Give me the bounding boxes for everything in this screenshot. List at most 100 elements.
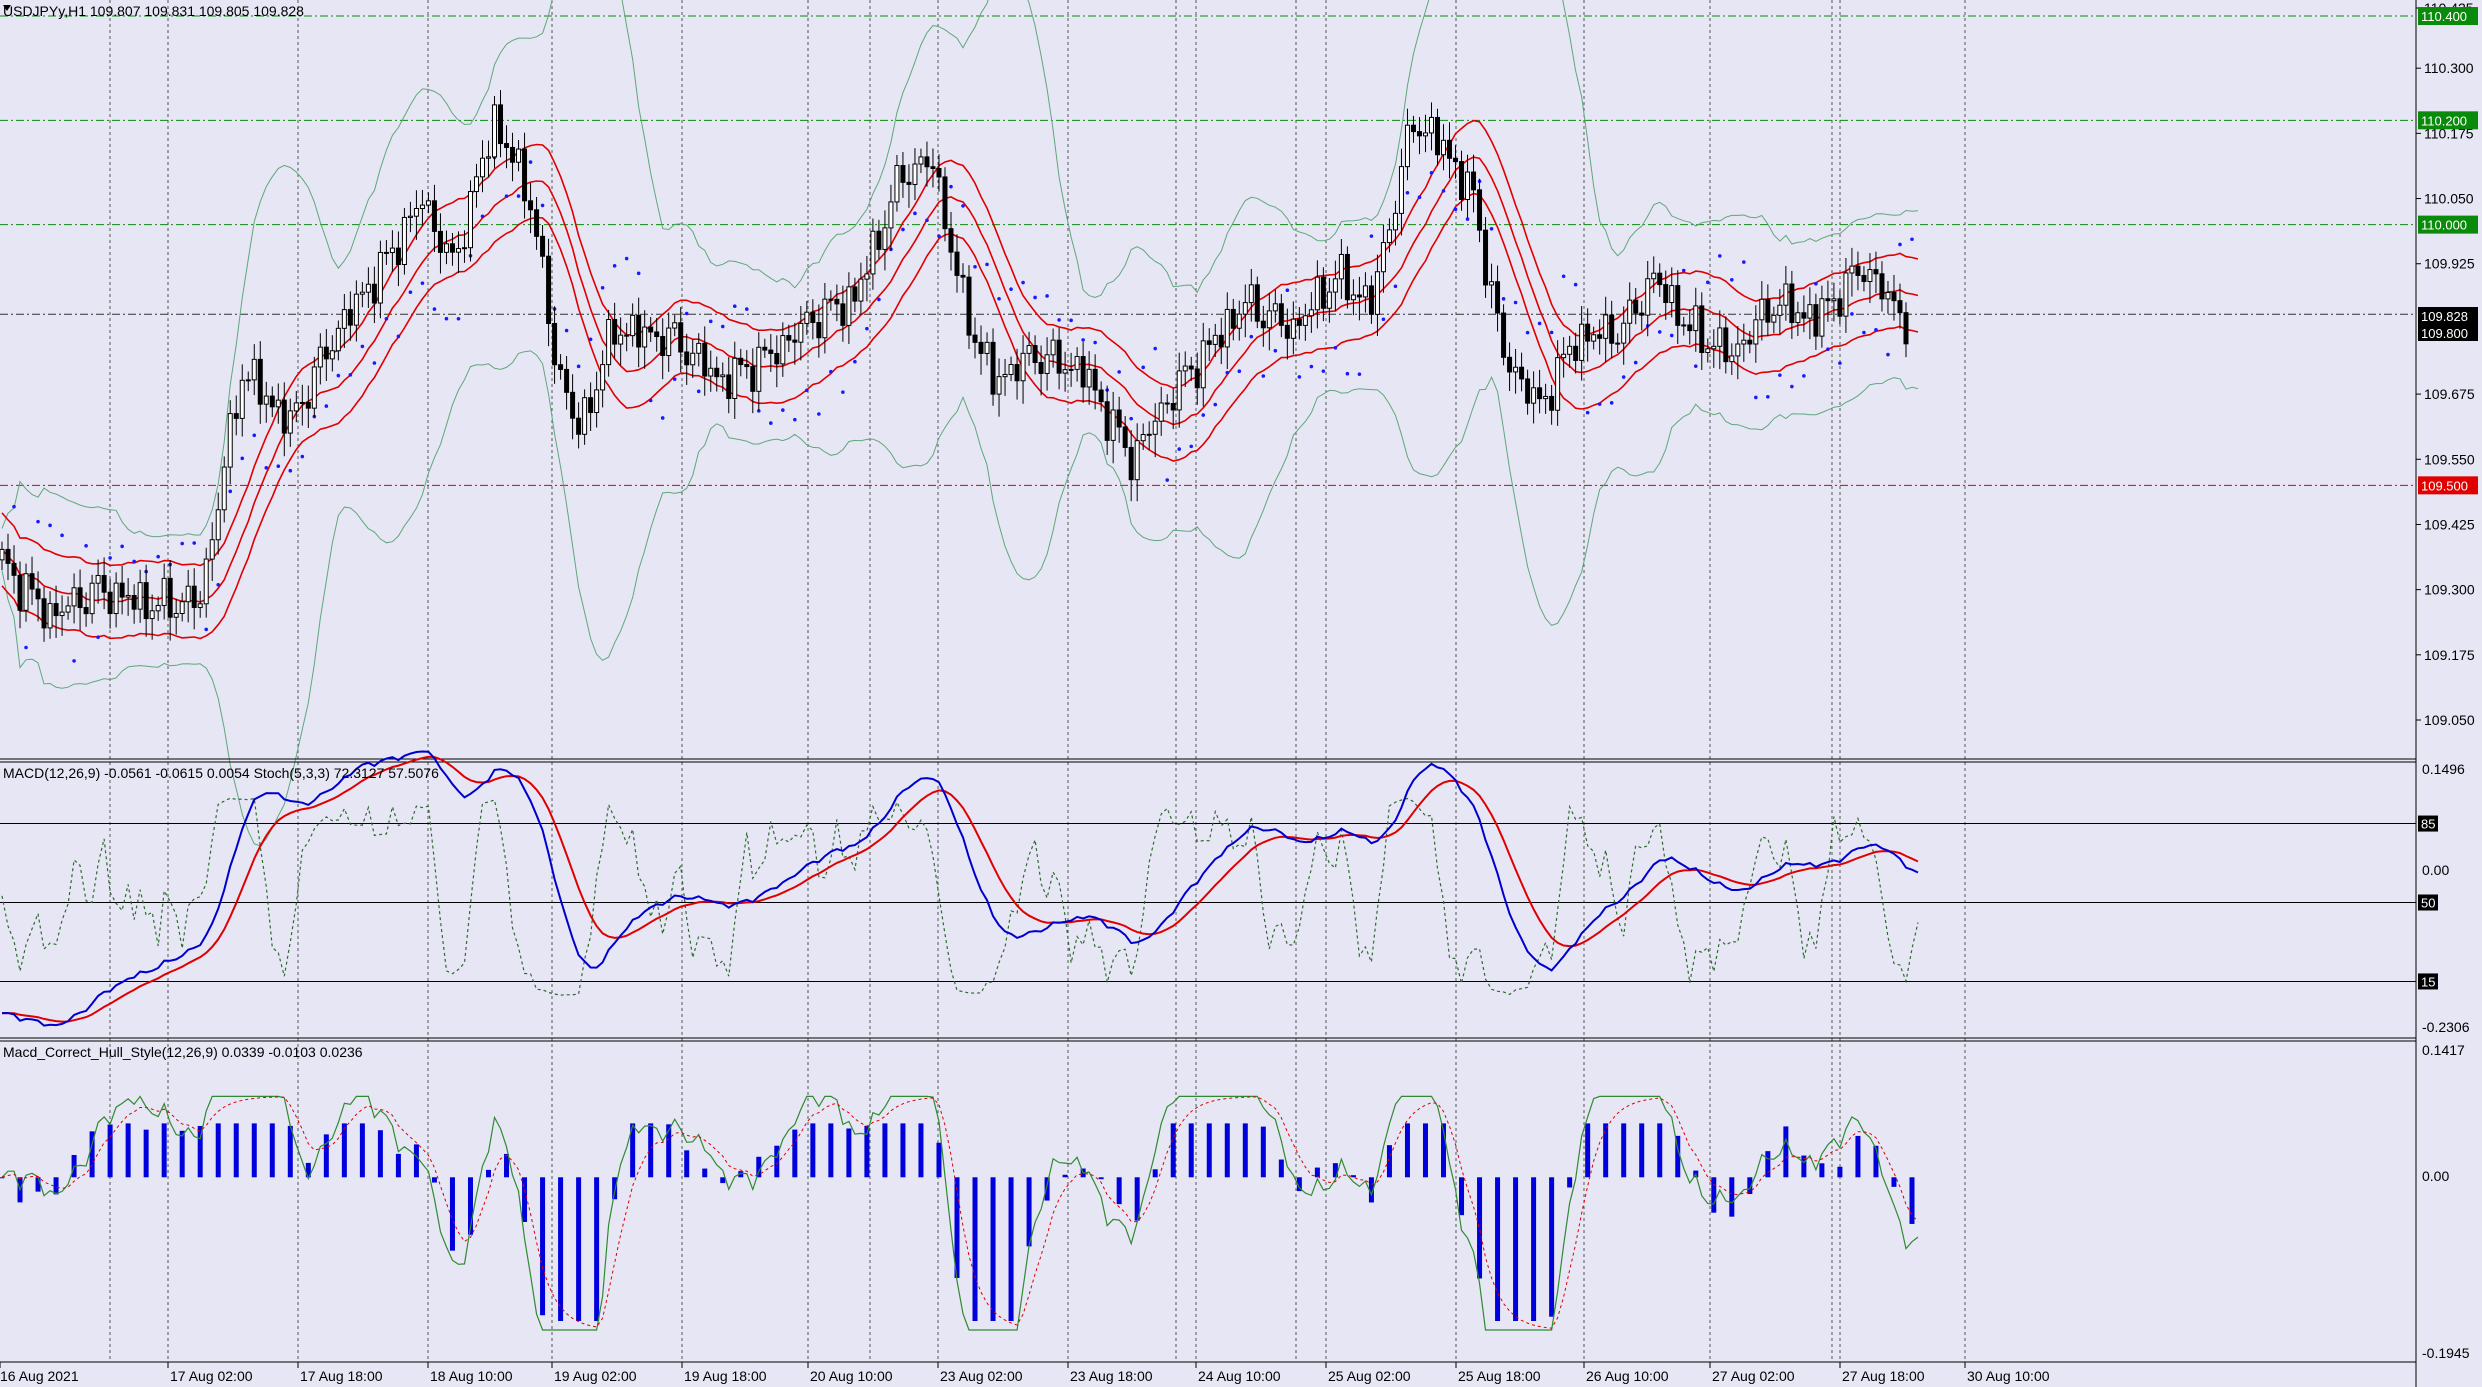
candle-body <box>1212 334 1218 345</box>
candle-body <box>1146 433 1152 436</box>
hull-bar <box>1567 1177 1573 1188</box>
candle-body <box>1657 272 1663 286</box>
candle-body <box>546 255 552 324</box>
sar-dot <box>1525 330 1530 335</box>
candle-body <box>113 582 119 615</box>
candle-body <box>197 603 203 608</box>
sar-dot <box>444 316 449 321</box>
candle-body <box>528 200 534 211</box>
candle-body <box>1074 356 1080 370</box>
candle-body <box>852 286 858 302</box>
candle-body <box>431 200 437 232</box>
trading-chart[interactable]: USDJPYy,H1 109.807 109.831 109.805 109.8… <box>0 0 2482 1387</box>
symbol-header: USDJPYy,H1 109.807 109.831 109.805 109.8… <box>3 3 304 19</box>
sar-dot <box>60 533 64 538</box>
candle-body <box>846 286 852 326</box>
candle-body <box>480 157 486 178</box>
candle-body <box>624 334 630 337</box>
sar-dot <box>288 468 293 473</box>
candle-body <box>570 391 576 419</box>
candle-body <box>1477 189 1483 231</box>
sar-dot <box>1393 284 1398 289</box>
candle-body <box>101 575 107 593</box>
sar-dot <box>1730 277 1734 282</box>
sar-dot <box>1249 334 1254 339</box>
candle-body <box>996 376 1002 395</box>
sar-dot <box>744 307 749 311</box>
candle-body <box>1224 308 1230 348</box>
candle-body <box>23 573 29 611</box>
candle-body <box>1272 303 1278 312</box>
candle-body <box>449 243 455 253</box>
candle-body <box>167 577 173 618</box>
sar-dot <box>1345 371 1350 376</box>
candle-body <box>1561 353 1567 359</box>
level-tag: 110.000 <box>2421 218 2467 233</box>
candle-body <box>269 395 275 408</box>
sar-dot <box>1309 364 1314 369</box>
hull-bar <box>1224 1123 1230 1178</box>
hull-bar <box>1098 1177 1104 1180</box>
hull-bar <box>1513 1177 1519 1322</box>
hull-tick-bottom: -0.1945 <box>2422 1345 2470 1361</box>
sar-dot <box>180 541 184 546</box>
sar-dot <box>1501 297 1506 301</box>
candle-body <box>1326 291 1332 309</box>
candle-body <box>1813 304 1819 337</box>
candle-body <box>161 577 167 606</box>
candle-body <box>1507 356 1513 373</box>
candle-body <box>1056 339 1062 374</box>
hull-bar <box>882 1123 888 1178</box>
candle-body <box>89 582 95 615</box>
hull-bar <box>341 1123 347 1178</box>
candle-body <box>275 399 281 408</box>
candle-body <box>966 276 972 336</box>
sar-dot <box>877 297 881 302</box>
candle-body <box>1747 339 1753 345</box>
candle-body <box>473 176 479 193</box>
candle-body <box>1164 402 1170 405</box>
sar-dot <box>1261 374 1266 378</box>
candle-body <box>630 314 636 337</box>
candle-body <box>1392 212 1398 231</box>
candle-body <box>840 303 846 326</box>
candle-body <box>582 397 588 435</box>
candle-body <box>1669 285 1675 304</box>
candle-body <box>377 251 383 304</box>
candle-body <box>1741 339 1747 345</box>
candle-body <box>1386 229 1392 244</box>
time-label: 17 Aug 02:00 <box>170 1368 253 1384</box>
candle-body <box>1495 281 1501 314</box>
candle-body <box>1134 440 1140 481</box>
candle-body <box>1621 322 1627 344</box>
hull-bar <box>1837 1166 1843 1178</box>
hull-bar <box>215 1123 221 1178</box>
stoch-tag: 50 <box>2421 896 2435 911</box>
sar-dot <box>660 416 665 420</box>
candle-body <box>1314 276 1320 311</box>
candle-body <box>179 601 185 614</box>
candle-body <box>353 293 359 326</box>
candle-body <box>666 327 672 357</box>
hull-bar <box>1783 1126 1789 1178</box>
sar-dot <box>961 204 965 208</box>
candle-body <box>401 216 407 266</box>
sar-dot <box>1826 347 1830 352</box>
sar-dot <box>1153 346 1158 351</box>
sar-dot <box>528 160 533 164</box>
candle-body <box>1404 124 1410 168</box>
candle-body <box>425 200 431 206</box>
candle-body <box>1771 314 1777 323</box>
sar-dot <box>1069 318 1073 323</box>
sar-dot <box>264 466 269 470</box>
hull-bar <box>828 1123 834 1178</box>
candle-body <box>954 251 960 276</box>
hull-bar <box>35 1177 41 1192</box>
candle-body <box>510 146 516 163</box>
candle-body <box>612 319 618 345</box>
time-label: 23 Aug 18:00 <box>1070 1368 1153 1384</box>
hull-bar <box>1206 1123 1212 1178</box>
candle-body <box>1422 132 1428 137</box>
sar-dot <box>504 194 509 198</box>
candle-body <box>191 585 197 608</box>
